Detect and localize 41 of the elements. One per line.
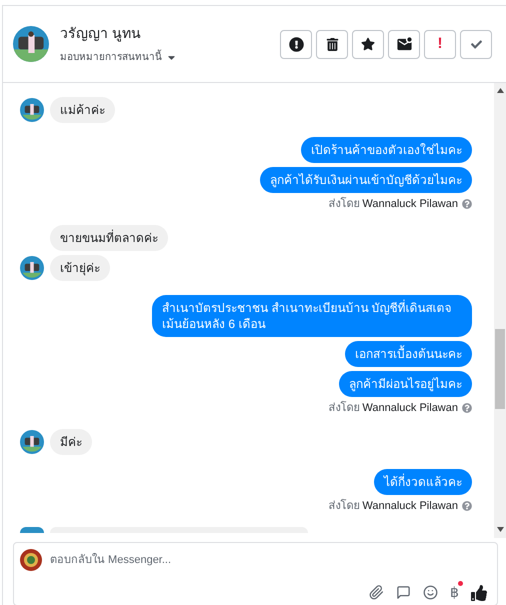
message-bubble: เปิดร้านค้าของตัวเองใช่ไมคะ (301, 137, 472, 163)
message-bubble: สำเนาบัตรประชาชน สำเนาทะเบียนบ้าน บัญชีที่เดินสเตจ เม้นย้อนหลัง 6 เดือน (152, 295, 472, 337)
trash-icon (326, 38, 338, 50)
message-bubble: ได้กี่งวดแล้วคะ (374, 469, 472, 495)
sent-by-label: ส่งโดย Wannaluck Pilawan (328, 401, 458, 415)
like-icon[interactable] (471, 584, 487, 600)
check-icon (470, 38, 482, 50)
star-button[interactable] (352, 30, 384, 58)
message-bubble: ลูกค้าได้รับเงินผ่านเข้าบัญชีด้วยไมคะ (260, 167, 472, 193)
trash-button[interactable] (316, 30, 348, 58)
message-bubble: ขายขนมที่ตลาดค่ะ (50, 225, 168, 251)
currency-button[interactable]: ฿ (450, 582, 459, 603)
scroll-up-icon[interactable] (496, 88, 504, 93)
help-icon (462, 403, 472, 413)
sent-by-label: ส่งโดย Wannaluck Pilawan (328, 197, 458, 211)
spam-button[interactable]: ! (424, 30, 456, 58)
scrollbar-thumb[interactable] (495, 329, 505, 409)
emoji-icon[interactable] (423, 585, 438, 600)
assign-dropdown[interactable]: มอบหมายการสนทนานี้ (60, 50, 177, 65)
message-bubble: แม่ค้าค่ะ (50, 97, 115, 123)
contact-name: วรัญญา นูทน (60, 24, 142, 44)
done-button[interactable] (460, 30, 492, 58)
message-bubble: ลูกค้ามีผ่อนไรอยู่ไมคะ (339, 371, 472, 397)
mail-button[interactable] (388, 30, 420, 58)
message-bubble: เอกสารเบื้องต้นนะคะ (345, 341, 472, 367)
star-icon (361, 37, 375, 51)
help-icon (462, 501, 472, 511)
message-bubble: เข้ายุ่ค่ะ (50, 255, 110, 281)
alert-button[interactable] (280, 30, 312, 58)
alert-icon (288, 36, 304, 52)
scroll-down-icon[interactable] (496, 527, 504, 532)
message-bubble: มีค่ะ (50, 429, 92, 455)
attach-icon[interactable] (369, 585, 384, 600)
sent-by-label: ส่งโดย Wannaluck Pilawan (328, 499, 458, 513)
reply-input[interactable]: ตอบกลับใน Messenger... (50, 552, 491, 568)
chat-icon[interactable] (396, 585, 411, 600)
scrollbar[interactable] (494, 83, 506, 538)
page-logo (20, 549, 42, 571)
help-icon (462, 199, 472, 209)
mail-icon (396, 36, 412, 52)
profile-avatar (13, 26, 49, 62)
